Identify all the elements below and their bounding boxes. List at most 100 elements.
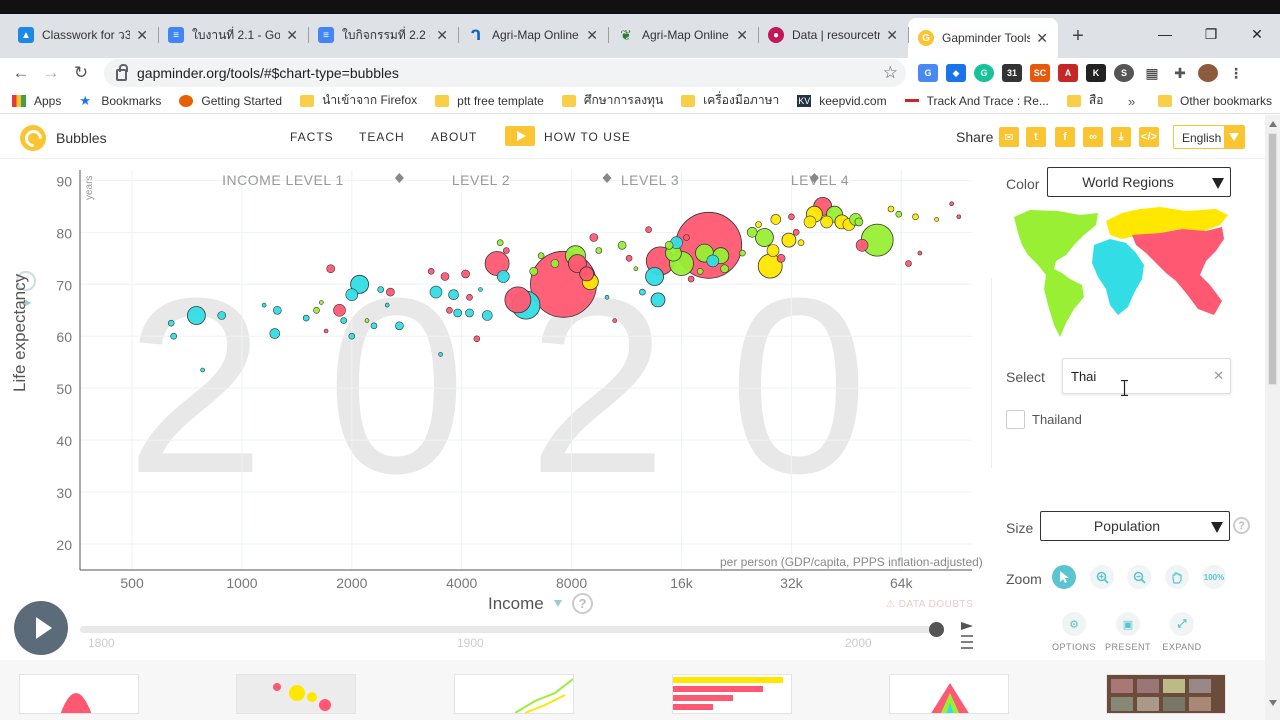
back-arrow-icon[interactable]: ← [6, 58, 36, 88]
bookmark-keepvid[interactable]: KV keepvid.com [797, 94, 887, 108]
country-bubble [496, 270, 510, 283]
zoom-out-icon[interactable] [1127, 565, 1151, 589]
close-tab-icon[interactable]: ✕ [286, 27, 298, 44]
tab-gapminder[interactable]: G Gapminder Tools ✕ [908, 18, 1058, 58]
restore-icon[interactable]: ❐ [1188, 14, 1234, 54]
translate-extension-icon[interactable]: G [918, 64, 938, 82]
bookmark-ptt-template[interactable]: ptt free template [435, 94, 544, 108]
minimize-icon[interactable]: ― [1142, 14, 1188, 54]
kami-extension-icon[interactable]: K [1086, 64, 1106, 82]
close-tab-icon[interactable]: ✕ [736, 27, 748, 44]
grid-extension-icon[interactable]: ▦ [1142, 64, 1162, 82]
country-search[interactable]: ✕ [1062, 358, 1231, 394]
tool-thumbnail-mountains[interactable] [19, 674, 139, 714]
sc-extension-icon[interactable]: SC [1030, 64, 1050, 82]
close-tab-icon[interactable]: ✕ [886, 27, 898, 44]
s-extension-icon[interactable]: S [1114, 64, 1134, 82]
pdf-extension-icon[interactable]: A [1058, 64, 1078, 82]
calendar-extension-icon[interactable]: 31 [1002, 64, 1022, 82]
shield-extension-icon[interactable]: ◆ [946, 64, 966, 82]
country-search-input[interactable] [1071, 367, 1211, 385]
bookmark-media[interactable]: สือ [1066, 91, 1103, 110]
reload-icon[interactable]: ↻ [66, 58, 96, 88]
tab-resourcetrade[interactable]: ●Data | resourcetrad✕ [758, 18, 908, 52]
x-axis-caret-icon[interactable] [554, 600, 562, 607]
bookmark-bookmarks[interactable]: ★ Bookmarks [79, 94, 161, 108]
options-button[interactable]: ⚙ OPTIONS [1049, 612, 1099, 652]
present-button[interactable]: ▣ PRESENT [1103, 612, 1153, 652]
x-axis-help-icon[interactable]: ? [572, 593, 593, 614]
scroll-down-icon[interactable] [1269, 700, 1277, 706]
tab-classwork[interactable]: ▲Classwork for ว321✕ [8, 18, 158, 52]
bookmark-investment[interactable]: ศึกษาการลงทุน [561, 91, 663, 110]
tab-agrimap-2[interactable]: ❦ Agri-Map Online ✕ [608, 18, 758, 52]
gapminder-logo[interactable] [20, 125, 46, 151]
twitter-share-icon[interactable]: t [1026, 127, 1046, 147]
tab-agrimap-1[interactable]: ᒉ Agri-Map Online | ✕ [458, 18, 608, 52]
size-help-icon[interactable]: ? [1233, 517, 1250, 534]
other-bookmarks[interactable]: Other bookmarks [1158, 94, 1272, 108]
tab-activity-2-2[interactable]: ≡ใบกิจกรรมที่ 2.2 - Go✕ [308, 18, 458, 52]
tool-thumbnail-ages[interactable] [889, 674, 1009, 714]
pointer-tool-icon[interactable] [1052, 565, 1076, 589]
play-video-icon[interactable] [505, 126, 535, 146]
link-share-icon[interactable]: ∞ [1083, 127, 1103, 147]
facebook-share-icon[interactable]: f [1055, 127, 1075, 147]
new-tab-button[interactable]: + [1064, 22, 1092, 50]
y-axis-label[interactable]: Life expectancy [10, 274, 30, 392]
pan-hand-icon[interactable] [1165, 565, 1189, 589]
url-text: gapminder.org/tools/#$chart-type=bubbles [137, 65, 399, 81]
thailand-checkbox[interactable] [1006, 410, 1025, 429]
tool-thumbnail-rankings[interactable] [672, 674, 792, 714]
country-option-thailand[interactable]: Thailand [1006, 410, 1082, 429]
bubble-chart[interactable]: 20202030405060708090500 1000 2000 4000 8000 1… [0, 160, 990, 590]
url-bar[interactable]: gapminder.org/tools/#$chart-type=bubbles… [104, 59, 906, 87]
timeline-handle[interactable] [929, 622, 944, 637]
color-dropdown[interactable]: World Regions [1047, 167, 1231, 197]
close-tab-icon[interactable]: ✕ [586, 27, 598, 44]
tool-thumbnail-map[interactable] [236, 674, 356, 714]
puzzle-extensions-icon[interactable]: ✚ [1170, 64, 1190, 82]
bookmark-star-icon[interactable]: ☆ [883, 63, 898, 83]
close-tab-icon[interactable]: ✕ [136, 27, 148, 44]
nav-about[interactable]: ABOUT [431, 130, 477, 144]
scroll-up-icon[interactable] [1269, 121, 1277, 127]
profile-avatar[interactable] [1198, 64, 1218, 82]
close-tab-icon[interactable]: ✕ [436, 27, 448, 44]
download-icon[interactable]: ⤓ [1111, 127, 1131, 147]
bookmark-getting-started[interactable]: Getting Started [179, 94, 282, 108]
tab-worksheet-2-1[interactable]: ≡ใบงานที่ 2.1 - Google✕ [158, 18, 308, 52]
zoom-reset-100[interactable]: 100% [1202, 565, 1226, 589]
data-doubts-warning[interactable]: ⚠ DATA DOUBTS [886, 599, 973, 610]
x-axis-label[interactable]: Income [488, 594, 544, 614]
play-button[interactable] [14, 601, 68, 655]
bookmark-track-trace[interactable]: Track And Trace : Re... [904, 94, 1049, 108]
nav-facts[interactable]: FACTS [290, 130, 334, 144]
bookmarks-overflow-icon[interactable]: » [1128, 94, 1135, 109]
close-window-icon[interactable]: ✕ [1234, 14, 1280, 54]
grammarly-extension-icon[interactable]: G [974, 64, 994, 82]
forward-arrow-icon[interactable]: → [36, 58, 66, 88]
bookmark-language-tools[interactable]: เครื่องมือภาษา [681, 91, 779, 110]
size-dropdown[interactable]: Population [1040, 511, 1230, 541]
world-regions-map[interactable] [1010, 205, 1232, 340]
tool-thumbnail-dollar-street[interactable] [1106, 674, 1226, 714]
country-bubble [429, 285, 443, 299]
nav-how-to-use[interactable]: HOW TO USE [544, 130, 631, 144]
scroll-thumb[interactable] [1268, 133, 1277, 385]
timeline-slider[interactable] [80, 626, 936, 633]
email-share-icon[interactable]: ✉ [999, 127, 1019, 147]
close-tab-icon[interactable]: ✕ [1036, 30, 1048, 47]
tool-thumbnail-linechart[interactable] [454, 674, 574, 714]
embed-code-icon[interactable]: </> [1139, 127, 1159, 147]
clear-search-icon[interactable]: ✕ [1213, 368, 1224, 384]
menu-kebab-icon[interactable]: ⋮ [1226, 64, 1246, 82]
page-scrollbar[interactable] [1265, 115, 1280, 720]
nav-teach[interactable]: TEACH [359, 130, 405, 144]
zoom-in-icon[interactable] [1090, 565, 1114, 589]
bookmark-firefox-import[interactable]: นำเข้าจาก Firefox [300, 91, 417, 110]
expand-button[interactable]: ⤢ EXPAND [1157, 612, 1207, 652]
language-select[interactable]: English [1173, 125, 1245, 149]
bookmark-apps[interactable]: Apps [12, 94, 61, 108]
timeline-options-icon[interactable] [960, 620, 974, 650]
